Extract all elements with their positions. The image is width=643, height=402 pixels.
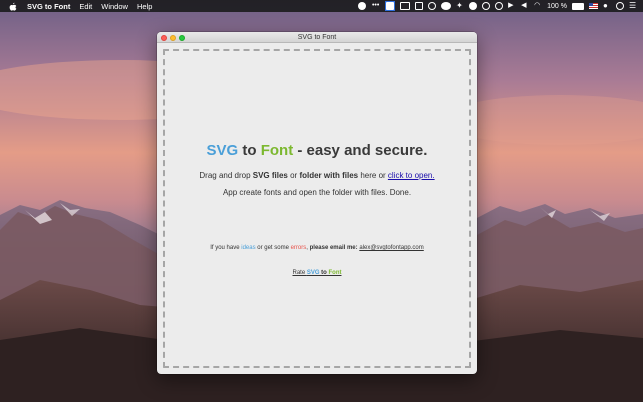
contact-mid: or get some	[255, 245, 291, 251]
headline-font: Font	[260, 142, 294, 159]
apple-menu-icon[interactable]	[9, 2, 17, 11]
menu-window[interactable]: Window	[101, 2, 128, 11]
play-icon[interactable]: ▶	[508, 2, 516, 10]
minimize-window-button[interactable]	[170, 34, 176, 41]
rate-svg: SVG	[306, 270, 320, 276]
contact-please: please email me:	[309, 245, 358, 251]
contact-pre: If you have	[210, 245, 242, 251]
status-menus: ••• ✦ ▶ ◀ ◠ 100 % ● ☰	[358, 0, 637, 12]
contact-line: If you have ideas or get some errors, pl…	[157, 245, 477, 251]
twitter-icon[interactable]: ✦	[456, 2, 464, 10]
email-link[interactable]: alex@svgtofontapp.com	[359, 245, 423, 251]
us-flag-input-icon[interactable]	[589, 3, 598, 9]
menu-app-name[interactable]: SVG to Font	[27, 2, 70, 11]
status-app-icon[interactable]	[358, 2, 367, 10]
instructions-pre: Drag and drop	[199, 171, 253, 180]
window-title: SVG to Font	[297, 34, 337, 41]
contact-errors: errors	[290, 245, 307, 251]
menu-help[interactable]: Help	[137, 2, 152, 11]
headline: SVG to Font - easy and secure.	[157, 142, 477, 159]
rate-line: Rate SVG to Font	[157, 270, 477, 276]
svg-to-font-status-icon[interactable]	[385, 1, 396, 11]
app-status-icon[interactable]	[469, 2, 478, 10]
volume-icon[interactable]: ◀	[521, 2, 529, 10]
subtext: App create fonts and open the folder wit…	[222, 188, 412, 197]
more-icon[interactable]: •••	[371, 2, 380, 10]
zoom-window-button[interactable]	[179, 34, 185, 41]
productivity-icon[interactable]	[441, 2, 452, 10]
instructions: Drag and drop SVG files or folder with f…	[157, 171, 477, 180]
clock-icon[interactable]	[428, 2, 437, 10]
headline-svg: SVG	[206, 142, 239, 159]
headline-rest: - easy and secure.	[293, 142, 428, 159]
battery-icon[interactable]	[572, 2, 584, 10]
contact-ideas: ideas	[241, 245, 256, 251]
instructions-or: or	[287, 171, 300, 180]
instructions-here: here or	[358, 171, 388, 180]
battery-percentage[interactable]: 100 %	[547, 3, 567, 10]
rate-pre: Rate	[292, 270, 307, 276]
app-window: SVG to Font SVG to Font - easy and secur…	[157, 32, 477, 374]
menu-bar: SVG to Font Edit Window Help ••• ✦ ▶ ◀ ◠…	[0, 0, 643, 12]
compass-icon[interactable]	[482, 2, 491, 10]
instructions-folder: folder with files	[299, 171, 359, 180]
instructions-svg-files: SVG files	[252, 171, 288, 180]
notification-center-icon[interactable]: ☰	[629, 2, 637, 10]
headline-to: to	[238, 142, 261, 159]
close-window-button[interactable]	[161, 34, 167, 41]
rate-app-link[interactable]: Rate SVG to Font	[292, 270, 341, 276]
window-titlebar[interactable]: SVG to Font	[157, 32, 477, 43]
cloud-sync-icon[interactable]	[400, 2, 411, 10]
menu-edit[interactable]: Edit	[79, 2, 92, 11]
user-icon[interactable]: ●	[603, 2, 611, 10]
display-icon[interactable]	[415, 2, 424, 10]
rate-font: Font	[328, 270, 342, 276]
spotlight-search-icon[interactable]	[616, 2, 624, 10]
drop-zone[interactable]	[163, 49, 471, 368]
wifi-icon[interactable]: ◠	[534, 2, 542, 10]
rate-to: to	[319, 270, 329, 276]
time-machine-icon[interactable]	[495, 2, 504, 10]
click-to-open-link[interactable]: click to open.	[388, 171, 435, 180]
